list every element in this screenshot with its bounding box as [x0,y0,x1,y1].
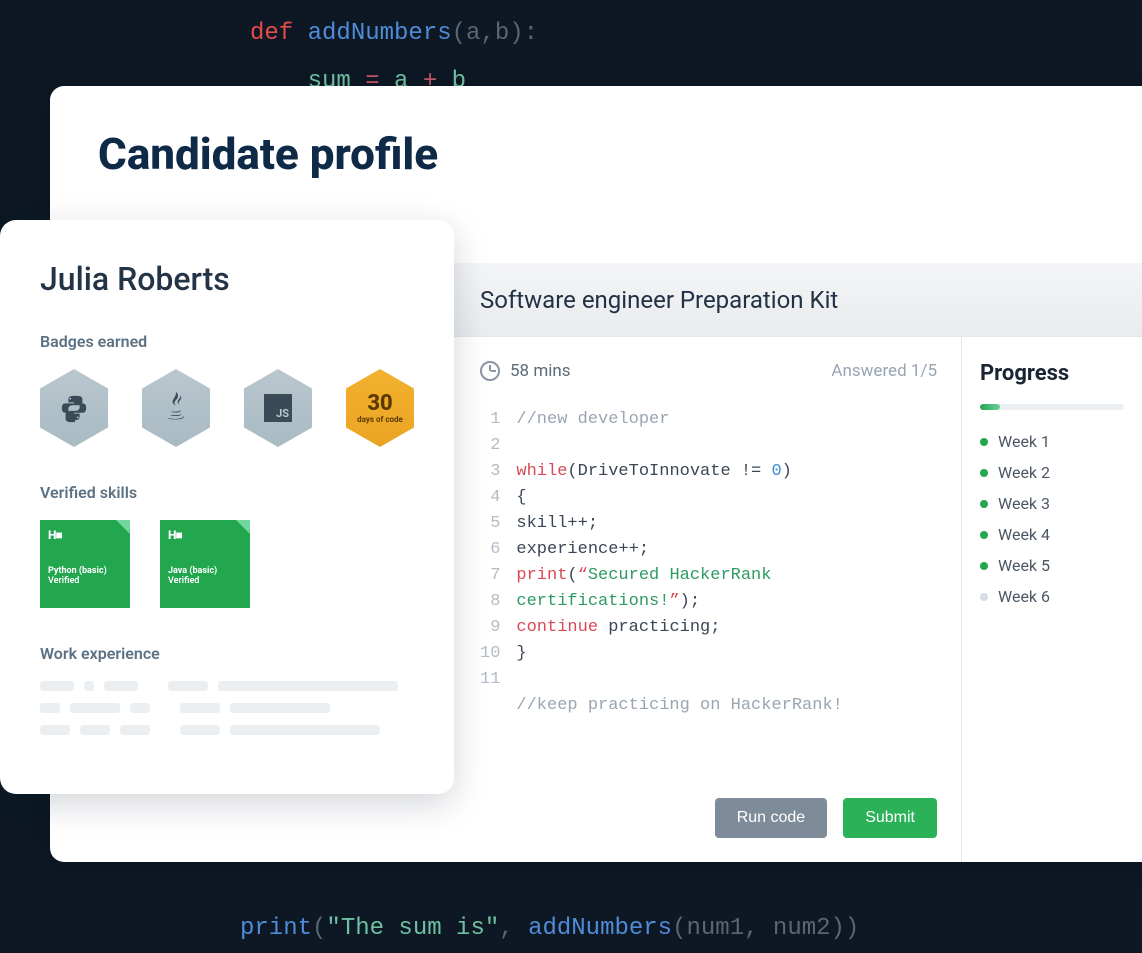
line-gutter: 1234567891011 [480,407,516,719]
days-number: 30 [367,393,392,415]
progress-title: Progress [980,361,1124,386]
week-item[interactable]: Week 3 [980,494,1124,513]
skill-logo: H■ [48,528,122,542]
dot-icon [980,500,988,508]
dot-icon [980,562,988,570]
js-icon: JS [264,394,292,422]
skill-name: Java (basic) [168,566,242,576]
dot-icon [980,593,988,601]
skill-card-java: H■ Java (basic) Verified [160,520,250,608]
skill-status: Verified [168,576,242,586]
badges-row: JS 30 days of code [40,369,414,447]
work-experience-skeleton [40,681,414,735]
week-list: Week 1 Week 2 Week 3 Week 4 Week 5 Week … [980,432,1124,606]
progress-sidebar: Progress Week 1 Week 2 Week 3 Week 4 Wee… [962,337,1142,862]
week-item[interactable]: Week 2 [980,463,1124,482]
time-text: 58 mins [510,361,571,381]
code-editor[interactable]: 1234567891011 //new developer while(Driv… [480,407,937,719]
progress-bar [980,404,1124,410]
code-lines: //new developer while(DriveToInnovate !=… [516,407,937,719]
work-experience-label: Work experience [40,644,414,663]
candidate-name: Julia Roberts [40,260,414,298]
dot-icon [980,469,988,477]
week-item[interactable]: Week 6 [980,587,1124,606]
background-code-bottom: print("The sum is", addNumbers(num1, num… [240,905,859,953]
week-item[interactable]: Week 5 [980,556,1124,575]
java-icon [162,392,190,424]
week-item[interactable]: Week 4 [980,525,1124,544]
python-badge [40,369,108,447]
kit-header: Software engineer Preparation Kit [454,263,1142,337]
badges-label: Badges earned [40,332,414,351]
skills-row: H■ Python (basic) Verified H■ Java (basi… [40,520,414,608]
preparation-kit-panel: Software engineer Preparation Kit 58 min… [454,263,1142,862]
week-item[interactable]: Week 1 [980,432,1124,451]
progress-fill [980,404,1000,410]
js-badge: JS [244,369,312,447]
dot-icon [980,531,988,539]
skill-card-python: H■ Python (basic) Verified [40,520,130,608]
page-title: Candidate profile [98,128,438,180]
days-of-code-badge: 30 days of code [346,369,414,447]
profile-card: Julia Roberts Badges earned JS 30 days o… [0,220,454,794]
skill-name: Python (basic) [48,566,122,576]
python-icon [59,393,89,423]
skills-label: Verified skills [40,483,414,502]
time-remaining: 58 mins [480,361,571,381]
dot-icon [980,438,988,446]
java-badge [142,369,210,447]
skill-status: Verified [48,576,122,586]
answered-status: Answered 1/5 [831,361,937,381]
submit-button[interactable]: Submit [843,798,937,838]
run-code-button[interactable]: Run code [715,798,828,838]
kit-editor-pane: 58 mins Answered 1/5 1234567891011 //new… [454,337,962,862]
skill-logo: H■ [168,528,242,542]
days-label: days of code [357,415,403,424]
clock-icon [480,361,500,381]
